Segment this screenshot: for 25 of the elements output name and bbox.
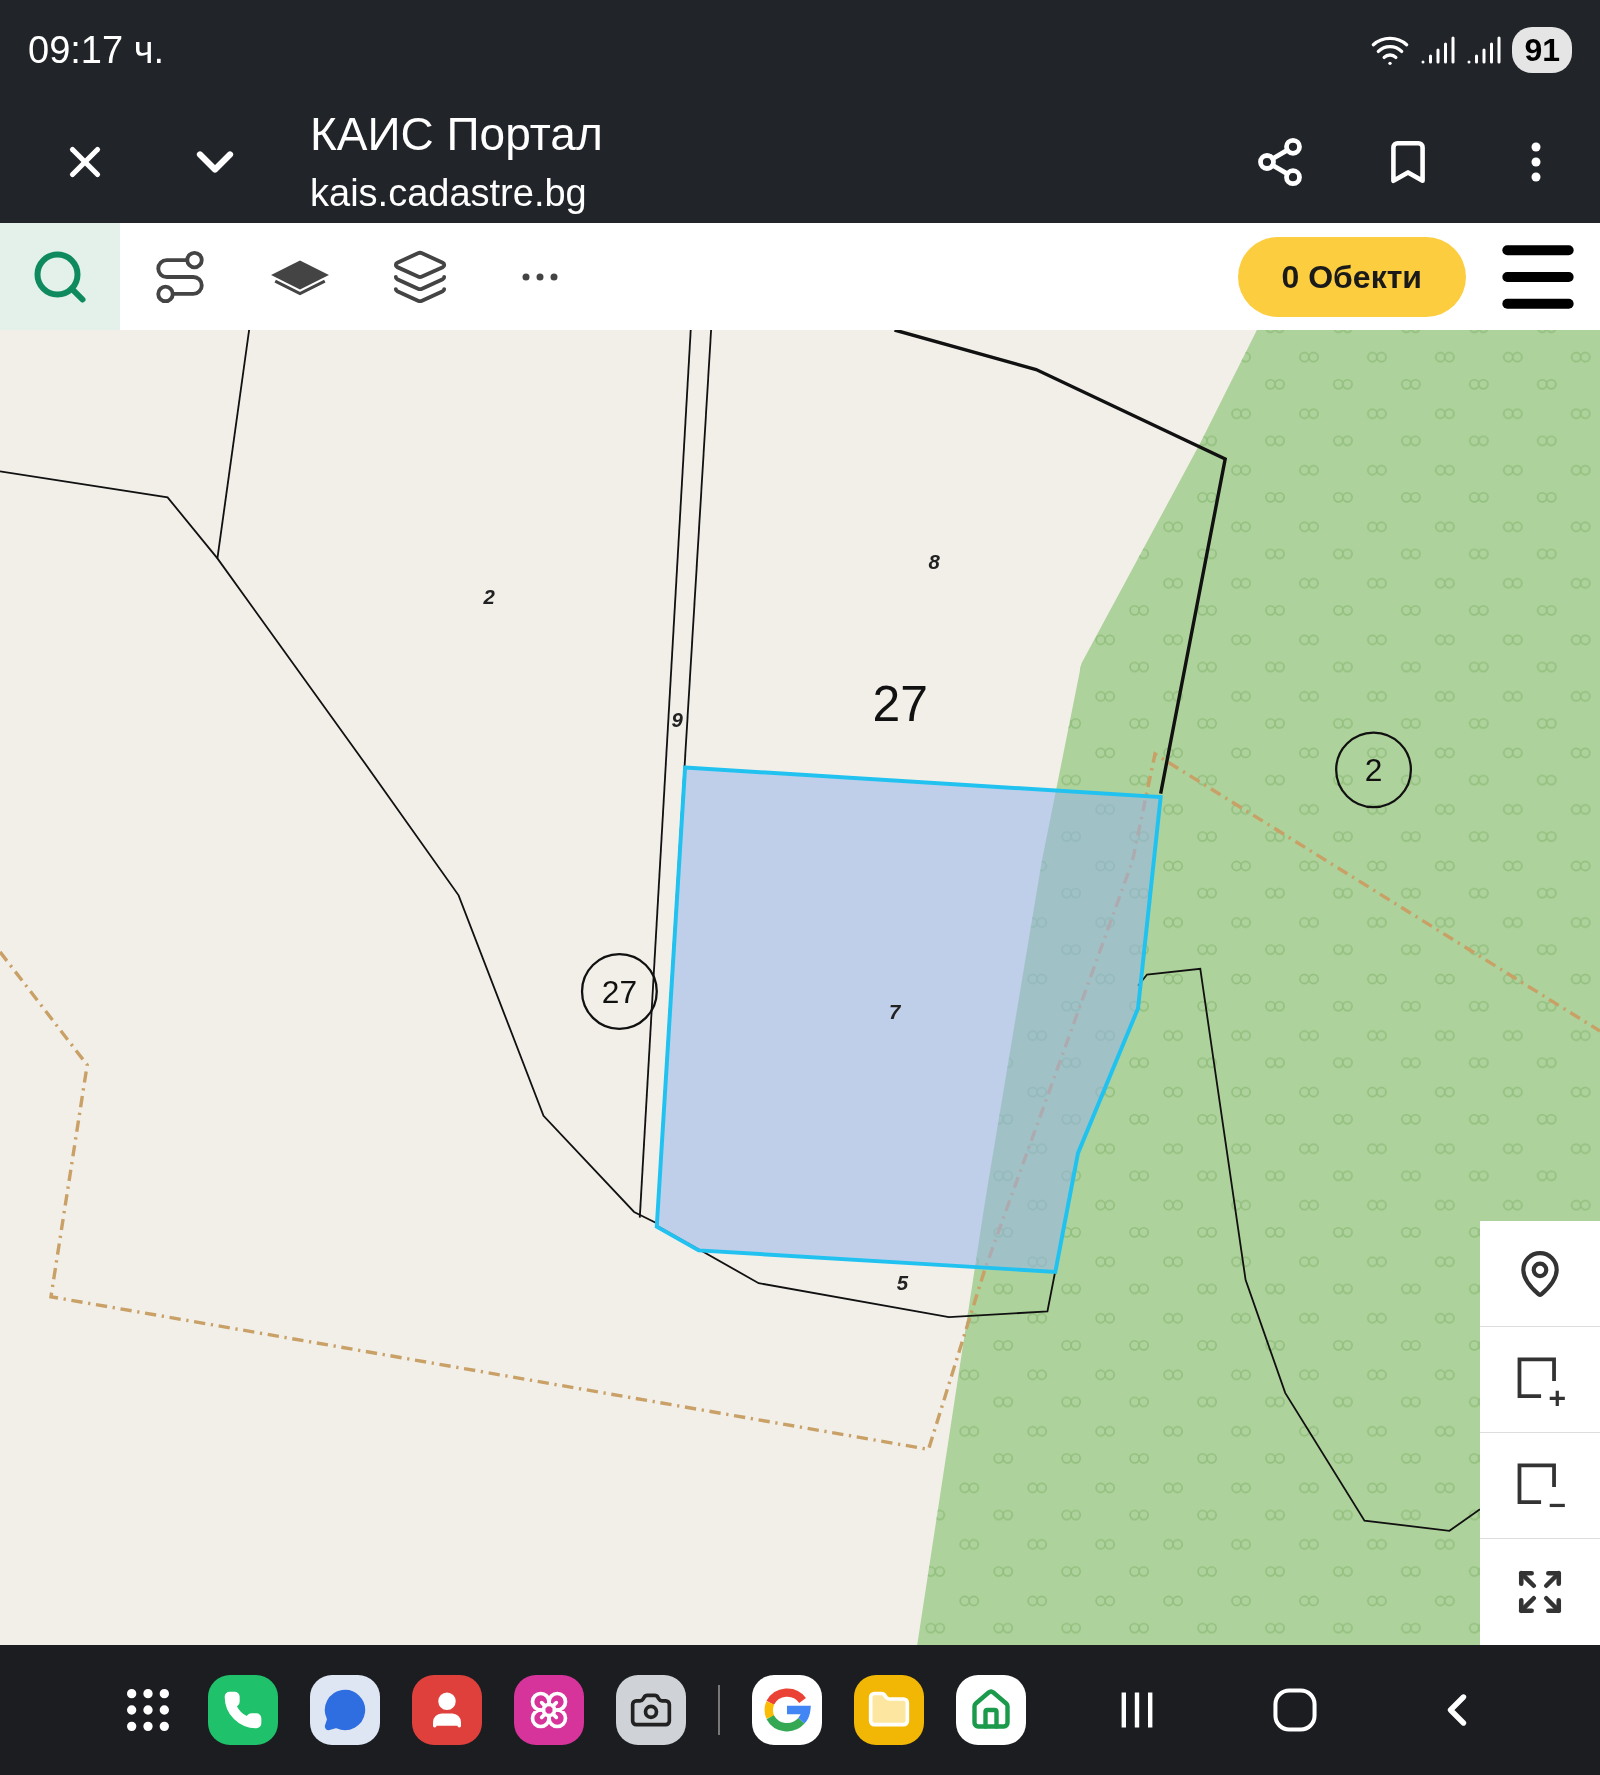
more-vertical-icon (1531, 141, 1541, 182)
google-app-icon[interactable] (752, 1675, 822, 1745)
parcel-number: 9 (671, 708, 683, 731)
circled-label: 27 (580, 953, 658, 1030)
battery-indicator: 91 (1512, 27, 1572, 73)
messages-app-icon[interactable] (310, 1675, 380, 1745)
parcel-number: 7 (888, 1000, 901, 1023)
phone-app-icon[interactable] (208, 1675, 278, 1745)
home-app-icon[interactable] (956, 1675, 1026, 1745)
more-icon (522, 272, 558, 281)
block-number: 27 (872, 676, 928, 733)
gallery-app-icon[interactable] (514, 1675, 584, 1745)
circled-label: 2 (1335, 731, 1413, 809)
files-app-icon[interactable] (854, 1675, 924, 1745)
contacts-app-icon[interactable] (412, 1675, 482, 1745)
parcel-number: 2 (483, 585, 495, 608)
camera-app-icon[interactable] (616, 1675, 686, 1745)
objects-button[interactable]: 0 Обекти (1237, 236, 1466, 317)
parcel-number: 8 (928, 550, 940, 573)
home-nav-icon[interactable] (1272, 1687, 1318, 1733)
parcel-number: 5 (896, 1271, 909, 1294)
map[interactable]: 2 8 9 27 7 5 2 27 (0, 330, 1600, 1645)
status-time: 09:17 ч. (28, 27, 164, 73)
page-title: КАИС Портал (310, 107, 604, 162)
page-url: kais.cadastre.bg (310, 170, 588, 216)
